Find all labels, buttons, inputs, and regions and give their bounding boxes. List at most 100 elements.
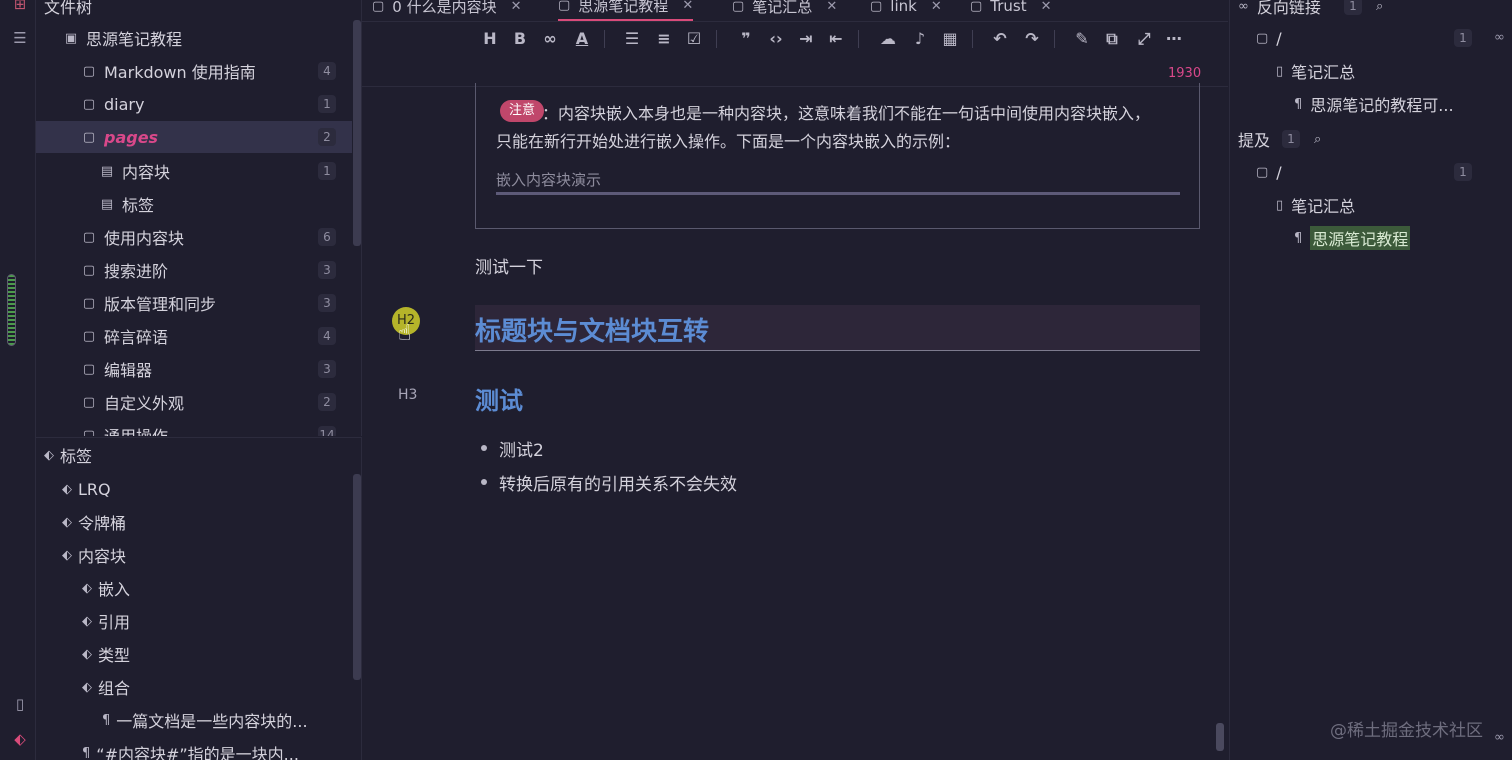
heading-icon[interactable]: H [478, 26, 502, 52]
tag-item[interactable]: ⬖ 嵌入 [82, 572, 130, 604]
tab-3[interactable]: ▢ link ✕ [870, 0, 942, 21]
tree-item[interactable]: ▤ 标签 [36, 188, 352, 220]
quote-icon[interactable]: ❞ [734, 26, 758, 52]
backlink-paragraph[interactable]: ¶ 思源笔记的教程可... [1294, 90, 1454, 118]
tree-item[interactable]: ▢ 搜索进阶 3 [36, 254, 352, 286]
tree-item[interactable]: ▤ 内容块 1 [36, 155, 352, 187]
code-icon[interactable]: ‹› [764, 26, 788, 52]
tree-item[interactable]: ▢ 编辑器 3 [36, 353, 352, 385]
list-item[interactable]: 转换后原有的引用关系不会失效 [475, 469, 737, 495]
tag-icon: ⬖ [82, 646, 92, 662]
tree-item[interactable]: ▢ 通用操作 14 [36, 419, 352, 436]
tree-item[interactable]: ▢ 版本管理和同步 3 [36, 287, 352, 319]
tree-item[interactable]: ▢ 使用内容块 6 [36, 221, 352, 253]
tag-label: 令牌桶 [78, 514, 127, 533]
tag-item[interactable]: ⬖ 类型 [82, 638, 130, 670]
ordered-list-icon[interactable]: ≡ [652, 26, 676, 52]
tree-item[interactable]: ▢ 碎言碎语 4 [36, 320, 352, 352]
notebook-icon: ▣ [64, 30, 78, 46]
list-item[interactable]: 测试2 [475, 435, 544, 461]
link-icon[interactable]: ∞ [1494, 730, 1505, 745]
doc-icon: ▢ [82, 295, 96, 311]
backlink-paragraph-label: 思源笔记的教程可... [1310, 96, 1454, 115]
microphone-icon[interactable]: ♪ [908, 26, 932, 52]
backlinks-header[interactable]: ∞ 反向链接 [1238, 0, 1321, 20]
indent-icon[interactable]: ⇥ [794, 26, 818, 52]
mention-root[interactable]: ▢ / [1256, 158, 1282, 186]
tree-item-notebook[interactable]: ▣ 思源笔记教程 [36, 22, 352, 54]
close-icon[interactable]: ✕ [682, 0, 693, 13]
tab-2[interactable]: ▢ 笔记汇总 ✕ [732, 0, 837, 21]
editor-scrollbar[interactable] [1216, 723, 1224, 751]
tag-block-item[interactable]: ¶ 一篇文档是一些内容块的... [102, 704, 308, 736]
tab-1-active[interactable]: ▢ 思源笔记教程 ✕ [558, 0, 694, 21]
tree-item[interactable]: ▢ Markdown 使用指南 4 [36, 55, 352, 87]
tag-icon: ⬖ [44, 447, 54, 463]
table-icon[interactable]: ▦ [938, 26, 962, 52]
tree-item[interactable]: ▢ diary 1 [36, 88, 352, 120]
hand-cursor-icon: ☝ [398, 321, 412, 346]
close-icon[interactable]: ✕ [1041, 0, 1052, 14]
tag-item[interactable]: ⬖ 令牌桶 [62, 506, 126, 538]
text-color-icon[interactable]: A [570, 26, 594, 52]
more-icon[interactable]: ⋯ [1162, 26, 1186, 52]
tag-item[interactable]: ⬖ LRQ [62, 473, 111, 505]
doc-icon: ▢ [558, 0, 571, 13]
mention-doc[interactable]: ▯ 笔记汇总 [1276, 191, 1355, 219]
tab-label: link [890, 0, 917, 15]
rail-scrollbar[interactable] [7, 274, 16, 346]
tree-item[interactable]: ▢ 自定义外观 2 [36, 386, 352, 418]
heading-3-block[interactable]: 测试 [475, 381, 523, 416]
tag-item[interactable]: ⬖ 引用 [82, 605, 130, 637]
tag-icon[interactable]: ⬖ [10, 729, 30, 749]
mention-paragraph[interactable]: ¶ 思源笔记教程 [1294, 224, 1411, 252]
editor-area[interactable]: 注意 ：内容块嵌入本身也是一种内容块，这意味着我们不能在一句话中间使用内容块嵌入… [362, 83, 1228, 760]
file-tree-icon[interactable]: ⊞ [10, 0, 30, 14]
tab-bar: ▢ 0 什么是内容块 ✕ ▢ 思源笔记教程 ✕ ▢ 笔记汇总 ✕ ▢ link … [362, 0, 1228, 22]
tag-item[interactable]: ⬖ 内容块 [62, 539, 126, 571]
search-icon[interactable]: ⌕ [1314, 125, 1321, 153]
tree-item-label: 碎言碎语 [104, 328, 169, 347]
task-list-icon[interactable]: ☑ [682, 26, 706, 52]
bold-icon[interactable]: B [508, 26, 532, 52]
folder-icon: ▢ [1256, 164, 1269, 180]
upload-cloud-icon[interactable]: ☁ [876, 26, 900, 52]
outdent-icon[interactable]: ⇤ [824, 26, 848, 52]
mention-doc-label: 笔记汇总 [1291, 197, 1356, 216]
paragraph-block[interactable]: 测试一下 [475, 253, 543, 278]
embed-block[interactable]: 注意 ：内容块嵌入本身也是一种内容块，这意味着我们不能在一句话中间使用内容块嵌入… [475, 83, 1200, 229]
redo-icon[interactable]: ↷ [1020, 26, 1044, 52]
embed-demo-block[interactable]: 嵌入内容块演示 [496, 169, 1180, 195]
backlink-doc[interactable]: ▯ 笔记汇总 [1276, 57, 1355, 85]
open-external-icon[interactable]: ⧉ [1100, 26, 1124, 52]
search-icon[interactable]: ⌕ [1376, 0, 1383, 20]
close-icon[interactable]: ✕ [511, 0, 522, 14]
file-tree-scrollbar[interactable] [353, 20, 361, 246]
undo-icon[interactable]: ↶ [988, 26, 1012, 52]
tags-scrollbar[interactable] [353, 474, 361, 680]
tags-header[interactable]: ⬖ 标签 [44, 439, 92, 471]
bullet-dot [481, 479, 487, 485]
close-icon[interactable]: ✕ [931, 0, 942, 14]
close-icon[interactable]: ✕ [826, 0, 837, 14]
outline-icon[interactable]: ☰ [10, 28, 30, 48]
h3-gutter-icon[interactable]: H3 [398, 387, 417, 403]
note-text-line1: ：内容块嵌入本身也是一种内容块，这意味着我们不能在一句话中间使用内容块嵌入， [542, 104, 1151, 123]
tab-4[interactable]: ▢ Trust ✕ [970, 0, 1052, 21]
tree-item-active[interactable]: ▢ pages 2 [36, 121, 352, 153]
doc-icon: ▢ [82, 328, 96, 344]
mentions-header[interactable]: 提及 [1238, 125, 1270, 153]
fullscreen-icon[interactable]: ⤢ [1132, 26, 1156, 52]
link-icon[interactable]: ∞ [1494, 30, 1505, 45]
tag-item[interactable]: ⬖ 组合 [82, 671, 130, 703]
link-icon[interactable]: ∞ [538, 26, 562, 52]
tag-block-item[interactable]: ¶ “#内容块#”指的是一块内... [82, 737, 299, 760]
bullet-list-icon[interactable]: ☰ [620, 26, 644, 52]
heading-2-block[interactable]: 标题块与文档块互转 [475, 305, 1200, 351]
tree-item-count: 4 [318, 327, 336, 345]
bookmark-icon[interactable]: ▯ [10, 694, 30, 714]
tab-0[interactable]: ▢ 0 什么是内容块 ✕ [372, 0, 522, 21]
edit-icon[interactable]: ✎ [1070, 26, 1094, 52]
backlink-root[interactable]: ▢ / [1256, 24, 1282, 52]
toolbar-divider [716, 30, 717, 48]
